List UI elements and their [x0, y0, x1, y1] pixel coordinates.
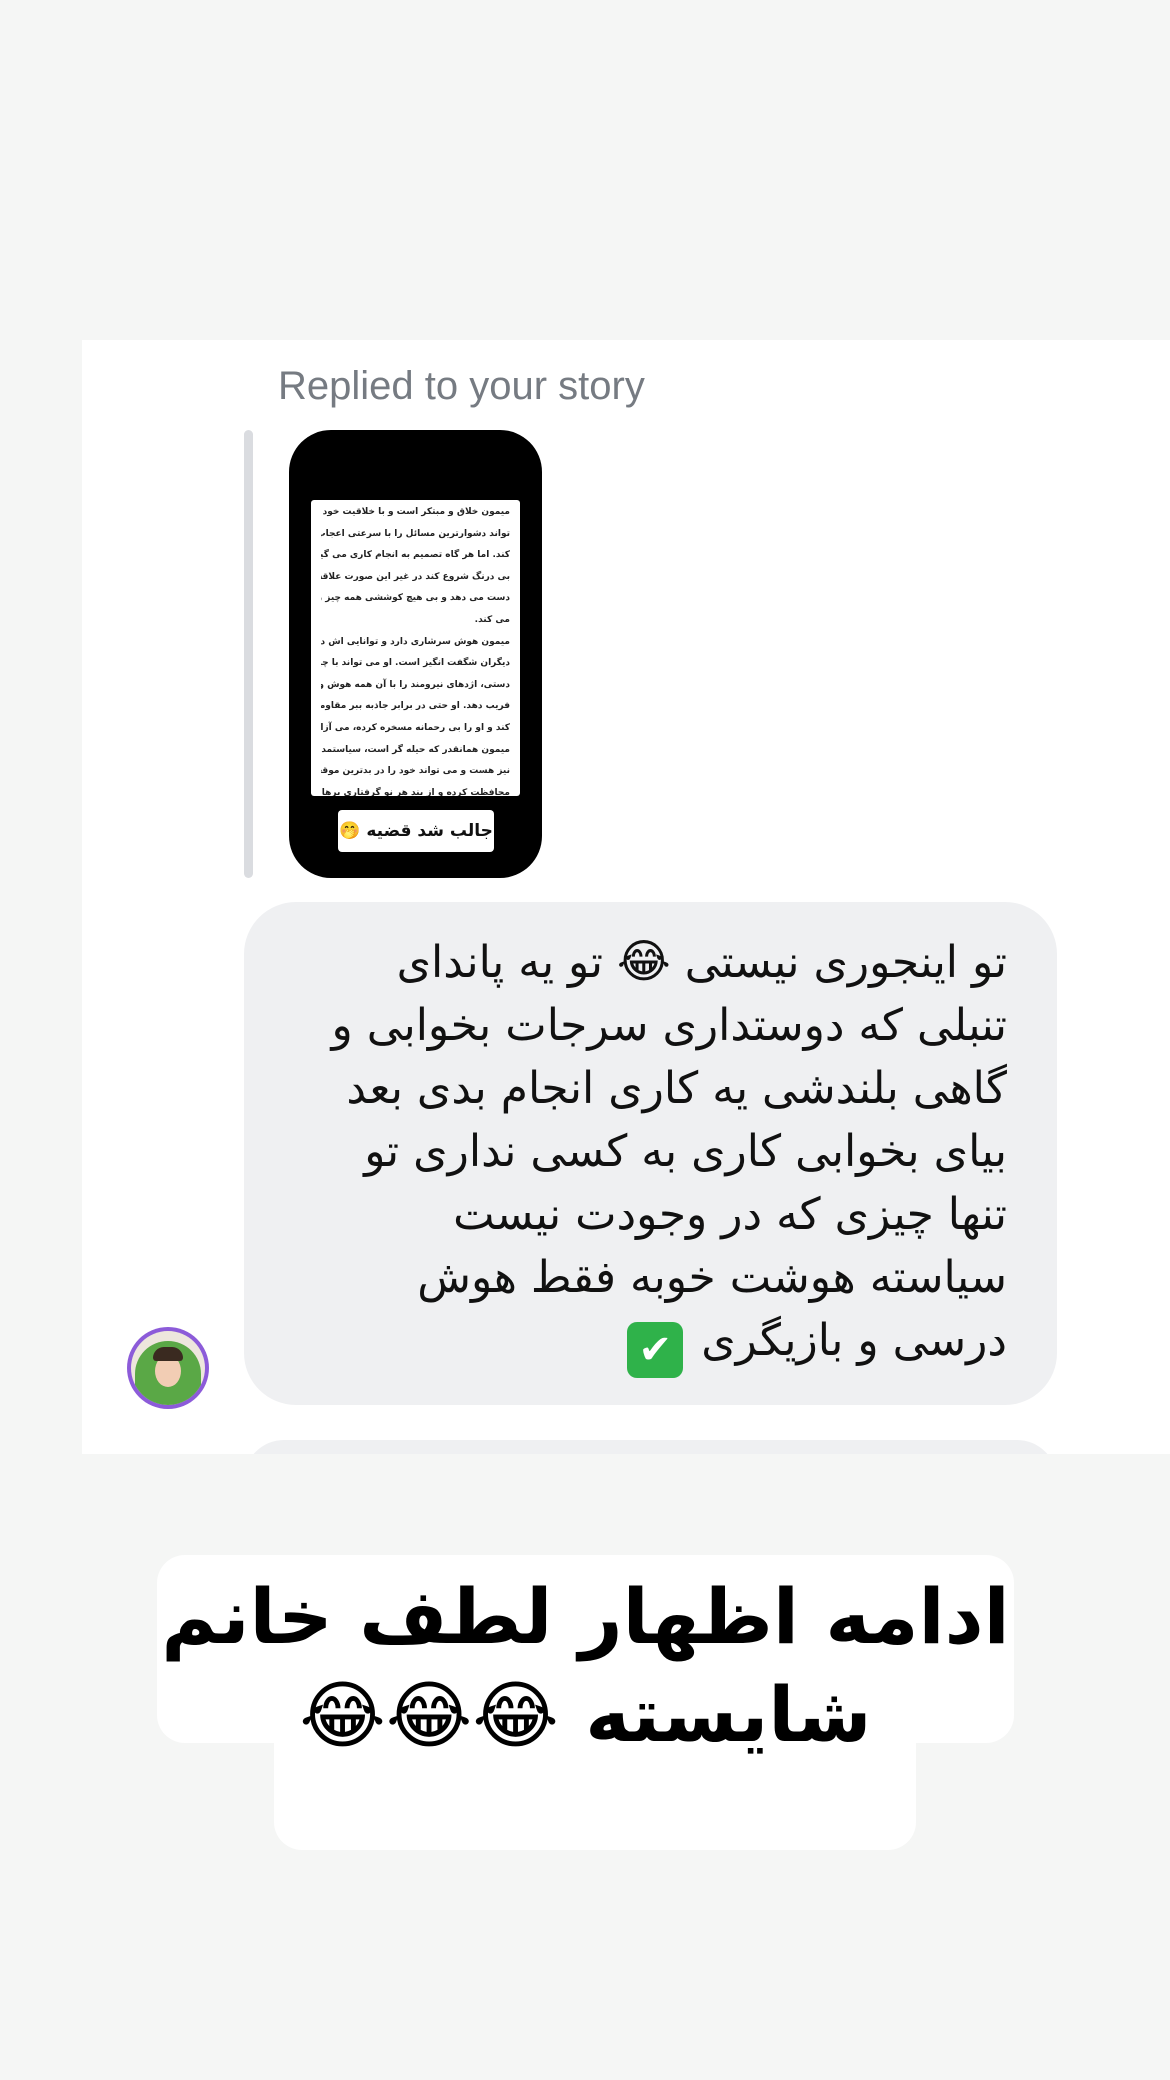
story-text-line: تواند دشوارترین مسائل را با سرعتی اعجاب …	[321, 528, 510, 539]
message-line: درسی و بازیگری ✔	[279, 1309, 1007, 1378]
message-line: گاهی بلندشی یه کاری انجام بدی بعد	[346, 1063, 1007, 1114]
laughing-tears-emoji-icon: 😂😂😂	[299, 1673, 559, 1759]
message-bubble[interactable]: تو اینجوری نیستی 😂 تو یه پاندای تنبلی که…	[244, 902, 1057, 1405]
caption-fragment: شایسته	[558, 1670, 872, 1759]
caption-line: ادامه اظهار لطف خانم	[161, 1572, 1010, 1661]
story-text-line: کند و او را بی رحمانه مسخره کرده، می آزا…	[321, 722, 510, 733]
sender-avatar[interactable]	[127, 1327, 209, 1409]
caption-line: شایسته 😂😂😂	[157, 1666, 1014, 1765]
message-line: تو اینجوری نیستی 😂 تو یه پاندای	[279, 930, 1007, 994]
message-fragment: تو اینجوری نیستی	[670, 937, 1007, 988]
hand-over-mouth-emoji-icon: 🤭	[339, 821, 361, 841]
replied-to-story-label: Replied to your story	[278, 364, 645, 408]
avatar-hair	[153, 1347, 183, 1361]
story-text-line: محافظت کرده و از بند هر نو گرفتاری برهان…	[321, 787, 510, 796]
story-thumbnail[interactable]: میمون خلاق و مبتکر است و با خلاقیت خود م…	[289, 430, 542, 878]
message-fragment: تو یه پاندای	[396, 937, 618, 988]
reply-quote-bar	[244, 430, 253, 878]
sticker-label: جالب شد قضیه	[366, 821, 493, 841]
story-text-line: بی درنگ شروع کند در غیر این صورت علاقه خ…	[321, 571, 510, 582]
story-text-line: نیز هست و می تواند خود را در بدترین موقع…	[321, 766, 510, 777]
message-line: تنها چیزی که در وجودت نیست	[453, 1189, 1007, 1240]
laughing-tears-emoji-icon: 😂	[617, 934, 671, 988]
message-text: تو اینجوری نیستی 😂 تو یه پاندای تنبلی که…	[279, 930, 1007, 1378]
story-text-line: دست می دهد و بی هیچ کوششی همه چیز را رها	[321, 593, 510, 604]
message-line: سیاسته هوشت خوبه فقط هوش	[417, 1252, 1007, 1303]
story-text-line: میمون همانقدر که حیله گر است، سیاستمدار …	[321, 744, 510, 755]
story-text-line: میمون هوش سرشاری دارد و توانایی اش در فر…	[321, 636, 510, 647]
story-text-line: می کند.	[474, 614, 510, 625]
avatar-photo	[131, 1331, 205, 1405]
story-text-line: دستی، اژدهای نیرومند را با آن همه هوش و …	[321, 679, 510, 690]
story-text-line: فریب دهد. او حتی در برابر جاذبه ببر مقاو…	[321, 701, 510, 712]
story-text-line: کند. اما هر گاه تصمیم به انجام کاری می گ…	[321, 550, 510, 561]
message-fragment: درسی و بازیگری	[687, 1315, 1007, 1366]
story-text-page: میمون خلاق و مبتکر است و با خلاقیت خود م…	[311, 500, 520, 796]
story-text-sticker: جالب شد قضیه 🤭	[338, 810, 494, 852]
dm-thread-card: Replied to your story میمون خلاق و مبتکر…	[82, 340, 1170, 1454]
next-message-bubble[interactable]	[244, 1440, 1057, 1454]
check-mark-emoji-icon: ✔	[627, 1322, 684, 1378]
story-caption: ادامه اظهار لطف خانم شایسته 😂😂😂	[157, 1568, 1014, 1765]
story-text-line: میمون خلاق و مبتکر است و با خلاقیت خود م…	[321, 507, 510, 517]
message-line: بیای بخوابی کاری به کسی نداری تو	[364, 1126, 1007, 1177]
story-text-line: دیگران شگفت انگیز است. او می تواند با چی…	[321, 658, 510, 669]
message-line: تنبلی که دوستداری سرجات بخوابی و	[331, 1000, 1007, 1051]
